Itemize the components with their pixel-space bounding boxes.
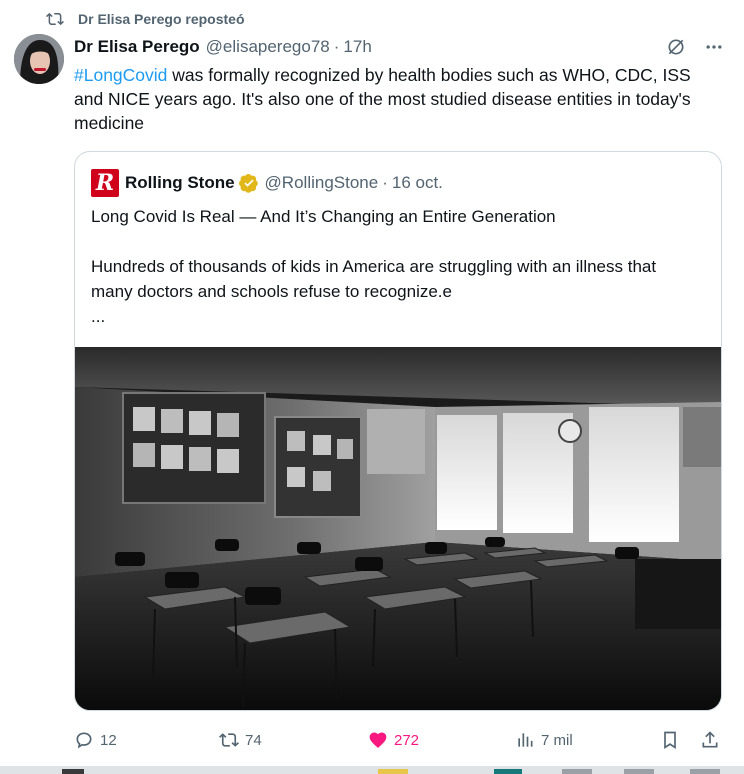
separator-dot: · xyxy=(333,37,340,56)
hashtag-link[interactable]: #LongCovid xyxy=(74,65,167,85)
tweet-header: Dr Elisa Perego @elisaperego78 · 17h xyxy=(74,35,724,59)
quote-description: Hundreds of thousands of kids in America… xyxy=(91,257,657,301)
classroom-photo[interactable] xyxy=(75,347,722,711)
views-count: 7 mil xyxy=(541,731,573,749)
repost-text: Dr Elisa Perego reposteó xyxy=(78,11,245,27)
taskbar-app-icon[interactable] xyxy=(562,769,592,774)
quote-date[interactable]: 16 oct. xyxy=(392,173,443,193)
reply-count: 12 xyxy=(100,731,117,749)
repost-icon xyxy=(46,12,64,26)
repost-count: 74 xyxy=(245,731,262,749)
quote-ellipsis: ... xyxy=(91,307,106,326)
quote-author-name[interactable]: Rolling Stone xyxy=(125,173,235,193)
tweet-text: #LongCovid was formally recognized by he… xyxy=(74,63,724,135)
taskbar-app-icon[interactable] xyxy=(62,769,84,774)
share-button[interactable] xyxy=(700,730,726,750)
taskbar-app-icon[interactable] xyxy=(378,769,408,774)
share-icon xyxy=(702,731,718,748)
views-button[interactable]: 7 mil xyxy=(515,730,573,750)
quote-author-handle[interactable]: @RollingStone xyxy=(265,173,379,193)
quote-headline: Long Covid Is Real — And It’s Changing a… xyxy=(91,207,556,226)
bookmark-icon xyxy=(664,731,676,750)
bookmark-button[interactable] xyxy=(660,730,686,750)
repost-indicator[interactable]: Dr Elisa Perego reposteó xyxy=(46,8,245,30)
reply-icon xyxy=(76,732,92,749)
more-icon[interactable] xyxy=(704,37,724,57)
avatar-image xyxy=(14,34,64,84)
header-actions xyxy=(666,37,724,57)
heart-filled-icon xyxy=(369,732,387,748)
taskbar-app-icon[interactable] xyxy=(690,769,720,774)
verified-badge-icon xyxy=(238,174,258,193)
tweet-body: was formally recognized by health bodies… xyxy=(74,65,691,133)
taskbar-app-icon[interactable] xyxy=(624,769,654,774)
tweet-time[interactable]: 17h xyxy=(343,37,371,57)
author-name[interactable]: Dr Elisa Perego xyxy=(74,37,200,57)
quote-header: R Rolling Stone @RollingStone · 16 oct. xyxy=(91,169,443,197)
reply-button[interactable]: 12 xyxy=(74,730,117,750)
taskbar-app-icon[interactable] xyxy=(494,769,522,774)
like-count: 272 xyxy=(394,731,420,749)
repost-button[interactable]: 74 xyxy=(219,730,262,750)
author-handle[interactable]: @elisaperego78 xyxy=(206,37,330,57)
repost-icon xyxy=(219,733,239,747)
quote-text: Long Covid Is Real — And It’s Changing a… xyxy=(91,204,701,329)
analytics-icon xyxy=(518,733,533,747)
rolling-stone-logo: R xyxy=(91,169,119,197)
grok-icon[interactable] xyxy=(666,37,686,57)
avatar[interactable] xyxy=(14,34,64,84)
quoted-tweet-card[interactable]: R Rolling Stone @RollingStone · 16 oct. … xyxy=(74,151,722,711)
action-bar: 12 74 272 7 mil xyxy=(74,727,724,753)
separator-dot: · xyxy=(382,173,388,192)
like-button[interactable]: 272 xyxy=(368,730,419,750)
